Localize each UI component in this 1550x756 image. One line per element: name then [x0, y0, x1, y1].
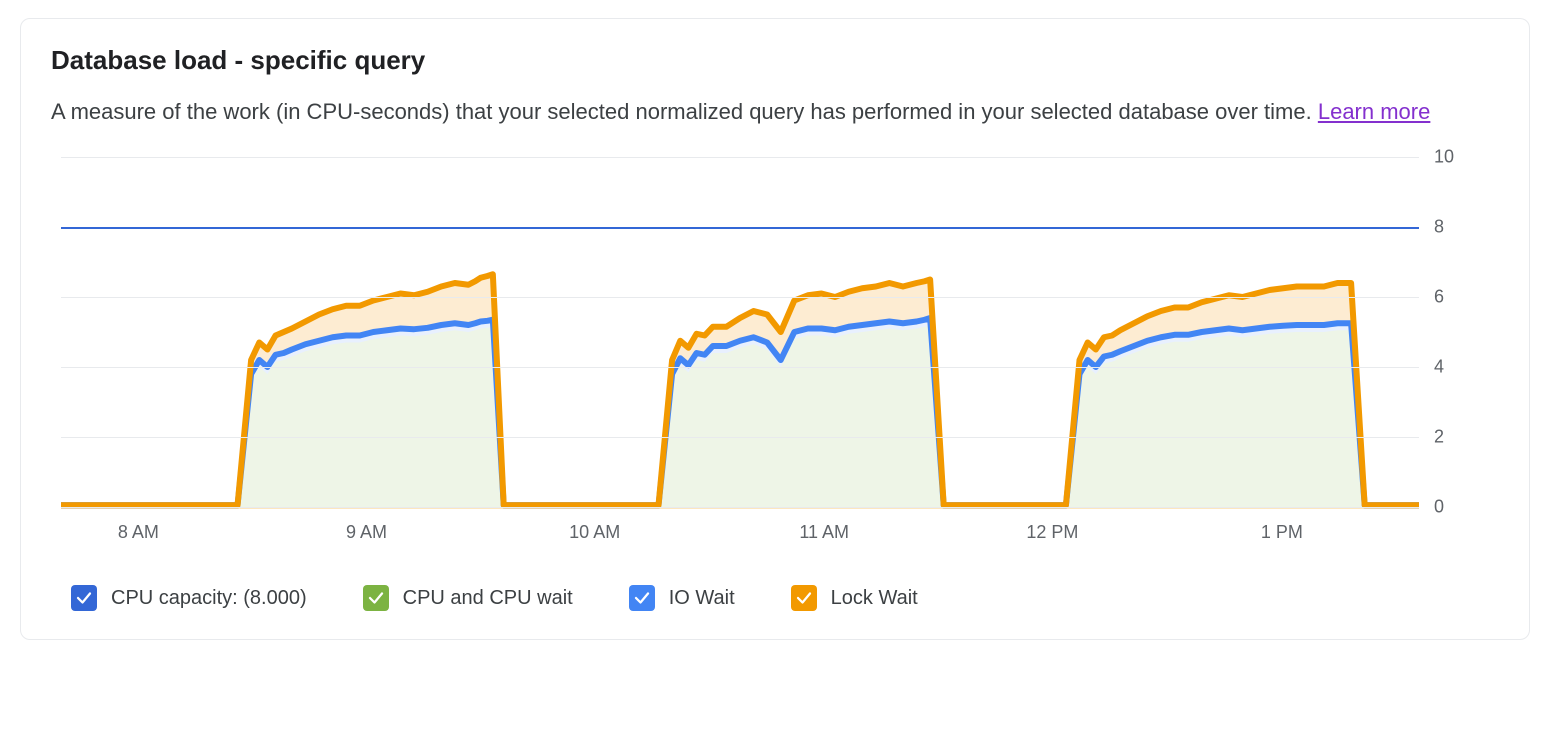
y-axis-label: 8	[1434, 217, 1474, 238]
legend-item-cpu_wait[interactable]: CPU and CPU wait	[363, 585, 573, 611]
x-axis-label: 11 AM	[799, 522, 849, 543]
card-subtitle: A measure of the work (in CPU-seconds) t…	[51, 94, 1499, 129]
y-axis-label: 0	[1434, 497, 1474, 518]
y-axis-label: 6	[1434, 287, 1474, 308]
y-axis-label: 4	[1434, 357, 1474, 378]
x-axis-label: 10 AM	[569, 522, 620, 543]
series-svg	[61, 157, 1419, 507]
legend-checkbox-icon[interactable]	[629, 585, 655, 611]
gridline	[61, 507, 1419, 508]
plot-area: 02468108 AM9 AM10 AM11 AM12 PM1 PM	[61, 157, 1419, 507]
x-axis-label: 12 PM	[1026, 522, 1078, 543]
legend-label: Lock Wait	[831, 587, 918, 610]
legend-item-io_wait[interactable]: IO Wait	[629, 585, 735, 611]
x-axis-label: 9 AM	[346, 522, 387, 543]
gridline	[61, 297, 1419, 298]
db-load-card: Database load - specific query A measure…	[20, 18, 1530, 640]
y-axis-label: 2	[1434, 427, 1474, 448]
legend-label: CPU and CPU wait	[403, 587, 573, 610]
gridline	[61, 437, 1419, 438]
legend-item-lock_wait[interactable]: Lock Wait	[791, 585, 918, 611]
learn-more-link[interactable]: Learn more	[1318, 99, 1431, 124]
legend-label: CPU capacity: (8.000)	[111, 587, 307, 610]
card-title: Database load - specific query	[51, 45, 1499, 76]
legend-checkbox-icon[interactable]	[71, 585, 97, 611]
legend-item-cpu_capacity[interactable]: CPU capacity: (8.000)	[71, 585, 307, 611]
legend-label: IO Wait	[669, 587, 735, 610]
legend-checkbox-icon[interactable]	[791, 585, 817, 611]
legend: CPU capacity: (8.000) CPU and CPU wait IO …	[51, 585, 1499, 611]
chart-area: 0 2 4 6 8 10 8 AM 9 AM 10 AM 11 AM 12 PM 1 PM	[51, 137, 1499, 567]
gridline	[61, 367, 1419, 368]
x-axis-label: 1 PM	[1261, 522, 1303, 543]
gridline	[61, 157, 1419, 158]
y-axis-label: 10	[1434, 147, 1474, 168]
cpu-capacity-line	[61, 227, 1419, 229]
legend-checkbox-icon[interactable]	[363, 585, 389, 611]
subtitle-text: A measure of the work (in CPU-seconds) t…	[51, 99, 1318, 124]
x-axis-label: 8 AM	[118, 522, 159, 543]
